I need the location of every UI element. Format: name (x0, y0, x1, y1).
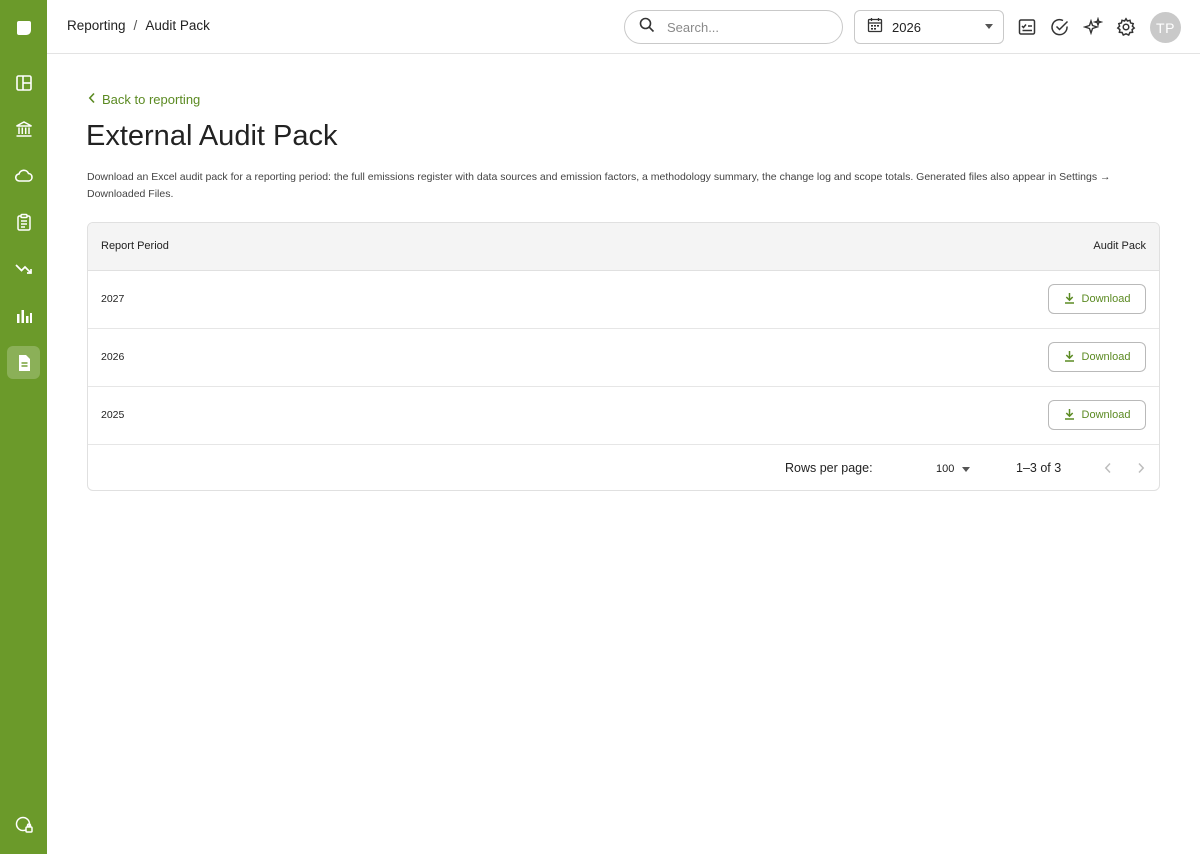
search-icon (639, 17, 655, 38)
download-icon (1064, 350, 1075, 365)
chevron-down-icon (985, 24, 993, 29)
back-link-label: Back to reporting (102, 92, 201, 107)
previous-page-button[interactable] (1098, 458, 1118, 478)
rows-per-page-label: Rows per page: (785, 461, 873, 475)
search-input[interactable] (667, 19, 817, 35)
chevron-right-icon (1138, 462, 1145, 474)
report-period-cell: 2026 (101, 351, 125, 363)
sidebar (0, 0, 47, 854)
breadcrumb-reporting-link[interactable]: Reporting (67, 18, 126, 33)
column-header-report-period: Report Period (101, 240, 169, 252)
download-icon (1064, 292, 1075, 307)
settings-icon[interactable] (1115, 16, 1137, 38)
dashboard-icon[interactable] (7, 66, 40, 99)
sparkles-icon[interactable] (1082, 16, 1104, 38)
download-icon (1064, 408, 1075, 423)
pagination-range: 1–3 of 3 (1016, 461, 1062, 475)
breadcrumb: Reporting / Audit Pack (67, 18, 210, 33)
column-header-audit-pack: Audit Pack (1093, 240, 1146, 252)
breadcrumb-separator: / (133, 18, 138, 33)
document-icon[interactable] (7, 346, 40, 379)
chevron-left-icon (1104, 462, 1111, 474)
logo-icon[interactable] (7, 11, 40, 44)
clipboard-icon[interactable] (7, 205, 40, 238)
table-header: Report Period Audit Pack (88, 223, 1159, 271)
chevron-down-icon (962, 466, 971, 472)
report-period-cell: 2025 (101, 409, 125, 421)
trend-down-icon[interactable] (7, 252, 40, 285)
download-button-label: Download (1081, 351, 1131, 363)
table-row: 2026 Download (88, 329, 1159, 387)
calendar-icon (867, 17, 883, 38)
rows-per-page-value: 100 (936, 463, 955, 475)
rows-per-page-select[interactable]: 100 (936, 460, 976, 478)
table-pagination: Rows per page: 100 1–3 of 3 (88, 445, 1159, 490)
download-button-label: Download (1081, 293, 1131, 305)
breadcrumb-current: Audit Pack (145, 18, 210, 33)
download-button[interactable]: Download (1048, 400, 1146, 430)
download-button[interactable]: Download (1048, 284, 1146, 314)
page-description: Download an Excel audit pack for a repor… (87, 171, 1111, 200)
cloud-icon[interactable] (7, 159, 40, 192)
audit-pack-table: Report Period Audit Pack 2027 Download 2… (87, 222, 1160, 491)
checklist-icon[interactable] (1016, 16, 1038, 38)
bar-chart-icon[interactable] (7, 299, 40, 332)
chevron-left-icon (88, 92, 96, 107)
check-circle-icon[interactable] (1049, 16, 1071, 38)
back-to-reporting-link[interactable]: Back to reporting (88, 92, 200, 107)
search-box[interactable] (624, 10, 843, 44)
download-button-label: Download (1081, 409, 1131, 421)
top-header: Reporting / Audit Pack 2026 TP (47, 0, 1200, 54)
globe-lock-icon[interactable] (7, 808, 40, 841)
table-row: 2025 Download (88, 387, 1159, 445)
report-period-cell: 2027 (101, 293, 125, 305)
year-select-value: 2026 (892, 19, 921, 35)
page-title: External Audit Pack (86, 120, 338, 152)
next-page-button[interactable] (1131, 458, 1151, 478)
table-row: 2027 Download (88, 271, 1159, 329)
year-select[interactable]: 2026 (854, 10, 1004, 44)
bank-icon[interactable] (7, 112, 40, 145)
avatar[interactable]: TP (1150, 12, 1181, 43)
download-button[interactable]: Download (1048, 342, 1146, 372)
